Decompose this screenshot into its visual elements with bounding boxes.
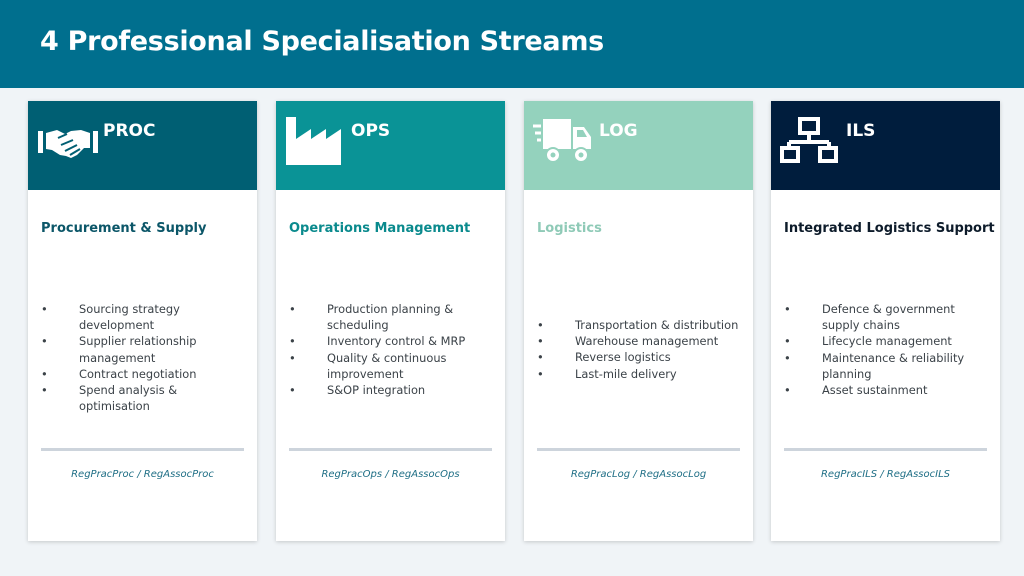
- card-header: PROC: [28, 101, 257, 190]
- divider: [289, 448, 492, 451]
- card-proc: PROC Procurement & Supply Sourcing strat…: [28, 101, 257, 541]
- card-title: Operations Management: [289, 221, 471, 236]
- card-footer: RegPracOps / RegAssocOps: [321, 469, 460, 480]
- bullet-list: Transportation & distribution Warehouse …: [537, 317, 747, 382]
- truck-icon: [533, 115, 595, 167]
- card-header: ILS: [771, 101, 1000, 190]
- list-item: Supplier relationship management: [41, 333, 251, 365]
- page-title: 4 Professional Specialisation Streams: [40, 26, 604, 57]
- card-ops: OPS Operations Management Production pla…: [276, 101, 505, 541]
- list-item: Sourcing strategy development: [41, 301, 251, 333]
- list-item: S&OP integration: [289, 382, 499, 398]
- list-item: Transportation & distribution: [537, 317, 747, 333]
- factory-icon: [285, 115, 347, 167]
- list-item: Reverse logistics: [537, 349, 747, 365]
- list-item: Last-mile delivery: [537, 366, 747, 382]
- bullet-list: Production planning & scheduling Invento…: [289, 301, 499, 398]
- list-item: Inventory control & MRP: [289, 333, 499, 349]
- card-header: LOG: [524, 101, 753, 190]
- list-item: Warehouse management: [537, 333, 747, 349]
- list-item: Maintenance & reliability planning: [784, 350, 994, 382]
- card-header: OPS: [276, 101, 505, 190]
- card-footer: RegPracLog / RegAssocLog: [570, 469, 707, 480]
- card-code: PROC: [103, 121, 156, 141]
- list-item: Quality & continuous improvement: [289, 350, 499, 382]
- bullet-list: Sourcing strategy development Supplier r…: [41, 301, 251, 414]
- list-item: Asset sustainment: [784, 382, 994, 398]
- card-footer: RegPracILS / RegAssocILS: [820, 469, 950, 480]
- card-code: ILS: [846, 121, 876, 141]
- stream-cards: PROC Procurement & Supply Sourcing strat…: [28, 101, 1000, 541]
- divider: [537, 448, 740, 451]
- divider: [41, 448, 244, 451]
- card-code: OPS: [351, 121, 391, 141]
- card-footer: RegPracProc / RegAssocProc: [71, 469, 214, 480]
- bullet-list: Defence & government supply chains Lifec…: [784, 301, 994, 398]
- divider: [784, 448, 987, 451]
- header-banner: 4 Professional Specialisation Streams: [0, 0, 1024, 88]
- list-item: Production planning & scheduling: [289, 301, 499, 333]
- card-title: Procurement & Supply: [41, 221, 207, 236]
- list-item: Contract negotiation: [41, 366, 251, 382]
- list-item: Defence & government supply chains: [784, 301, 994, 333]
- card-title: Logistics: [537, 221, 602, 236]
- list-item: Lifecycle management: [784, 333, 994, 349]
- card-log: LOG Logistics Transportation & distribut…: [524, 101, 753, 541]
- list-item: Spend analysis & optimisation: [41, 382, 251, 414]
- handshake-icon: [37, 115, 99, 167]
- card-code: LOG: [599, 121, 638, 141]
- network-icon: [780, 115, 842, 167]
- card-title: Integrated Logistics Support: [784, 221, 995, 236]
- card-ils: ILS Integrated Logistics Support Defence…: [771, 101, 1000, 541]
